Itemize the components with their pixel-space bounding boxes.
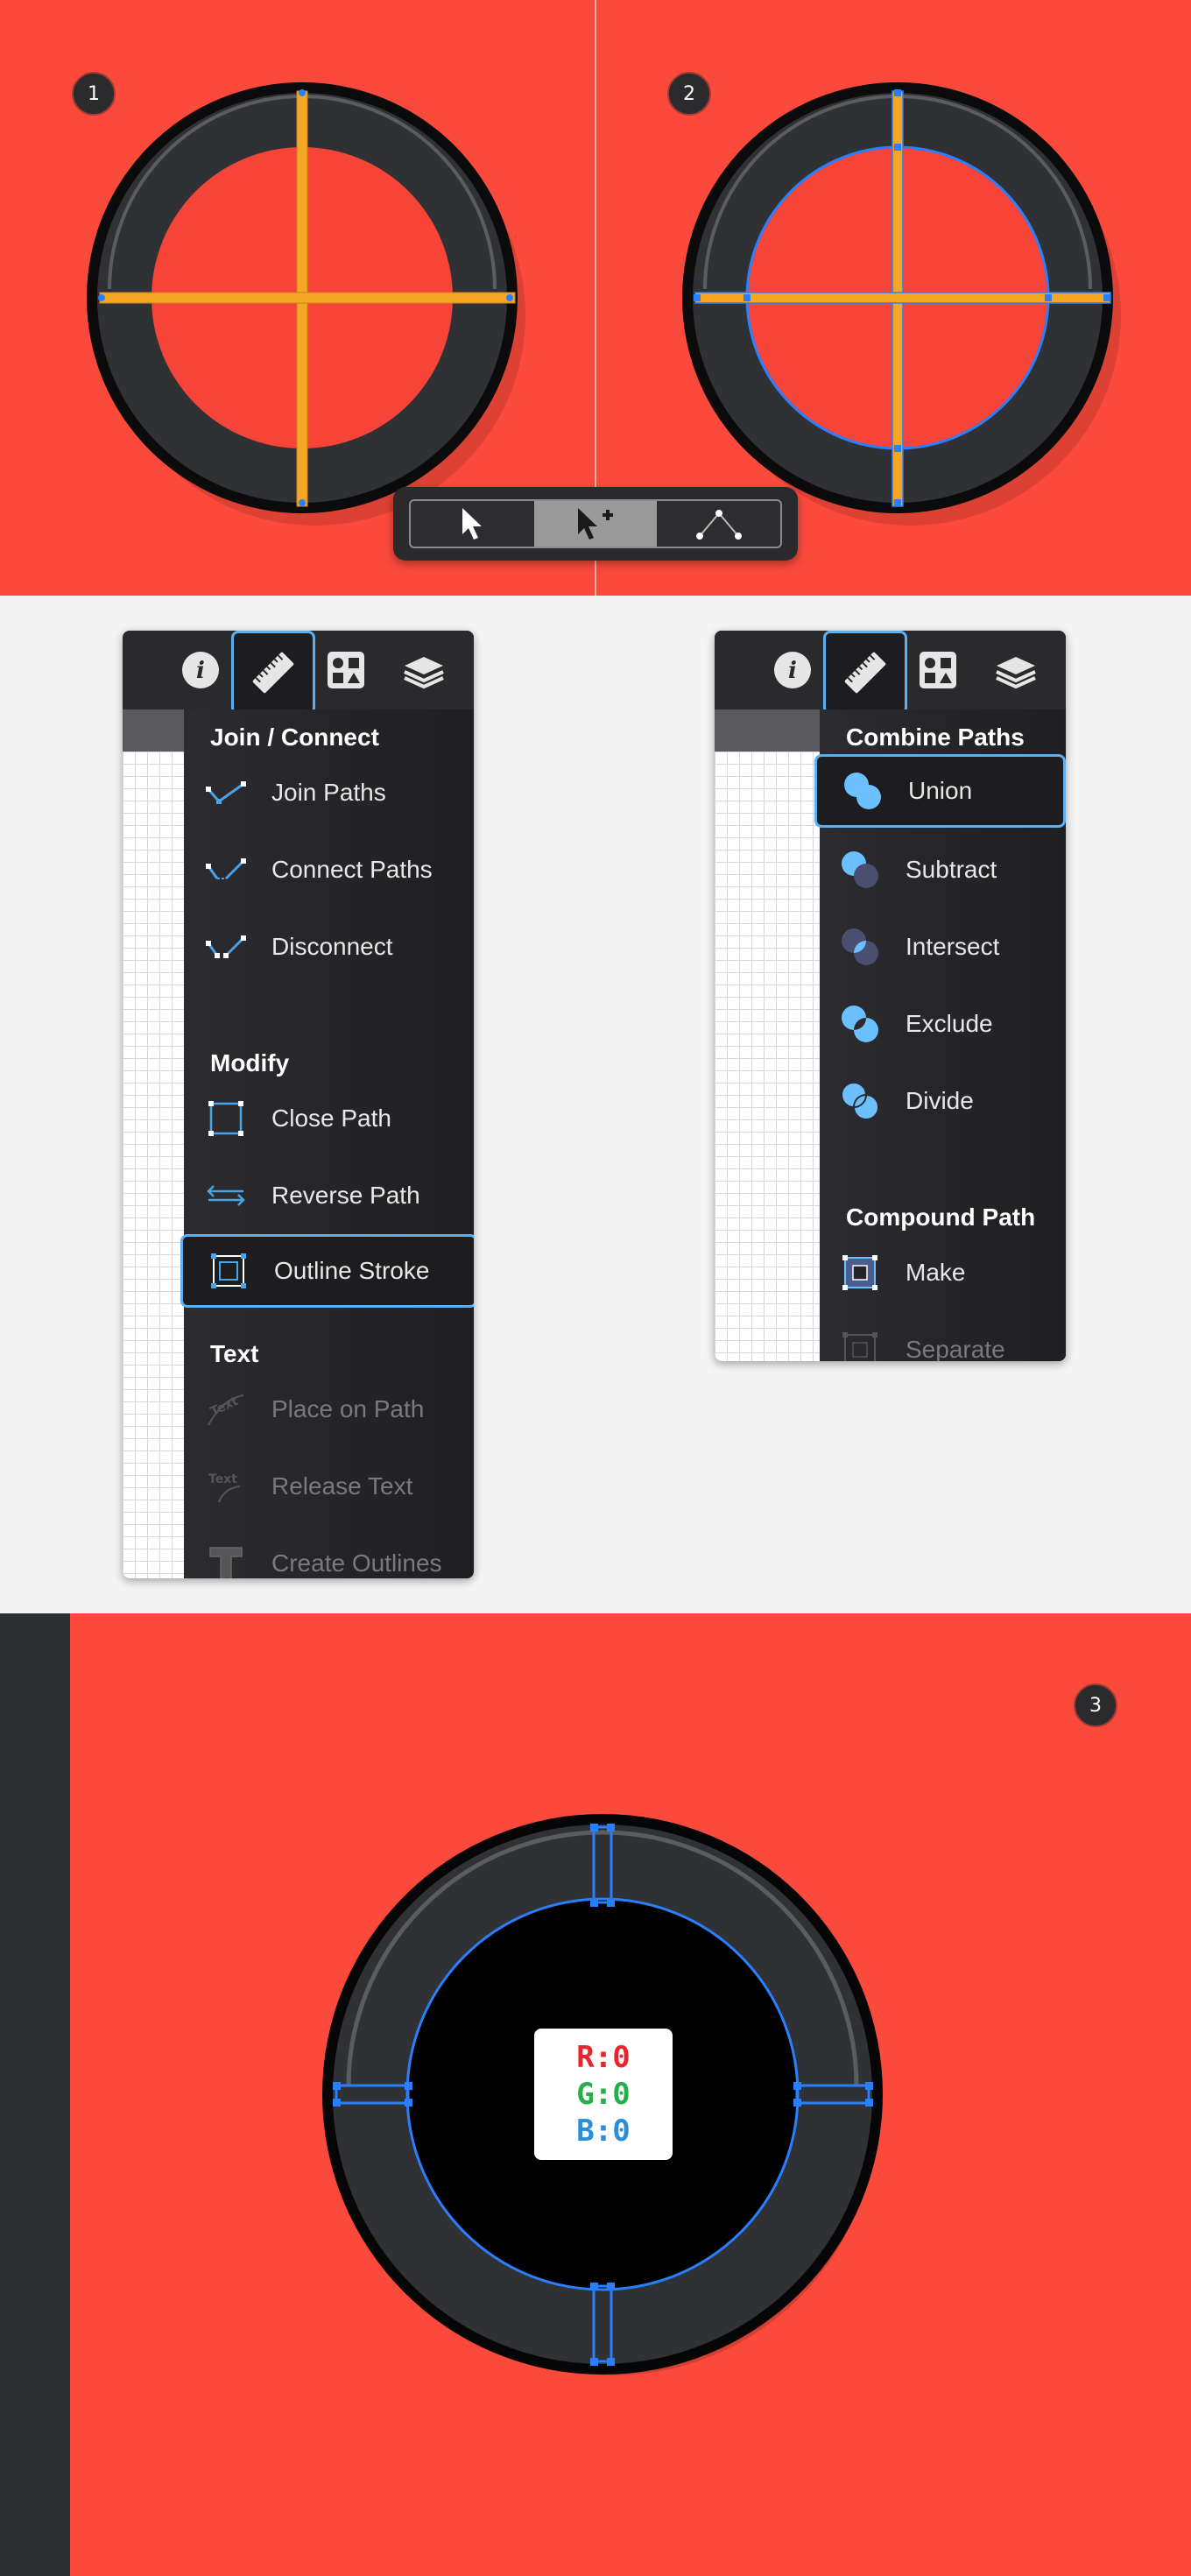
toolbar-segmented bbox=[409, 499, 782, 548]
section-combine-paths: Combine Paths bbox=[846, 723, 1025, 751]
menu-label: Create Outlines bbox=[271, 1549, 442, 1577]
left-dark-bar bbox=[0, 1613, 70, 2576]
create-outlines-icon bbox=[203, 1541, 249, 1578]
menu-outline-stroke[interactable]: Outline Stroke bbox=[180, 1234, 474, 1308]
release-text-icon: Text bbox=[203, 1464, 249, 1509]
section-text: Text bbox=[210, 1340, 259, 1367]
info-tab[interactable]: i bbox=[179, 648, 222, 692]
info-icon: i bbox=[182, 652, 219, 688]
menu-label: Divide bbox=[906, 1087, 974, 1114]
menu-intersect[interactable]: Intersect bbox=[814, 912, 1066, 982]
canvas-ruler-strip bbox=[123, 709, 184, 752]
info-tab[interactable]: i bbox=[771, 648, 814, 692]
menu-close-path[interactable]: Close Path bbox=[180, 1083, 474, 1154]
info-icon: i bbox=[774, 652, 811, 688]
panels-area: i Join / Connect Join Paths Connect Path… bbox=[0, 596, 1191, 1613]
selection-toolbar bbox=[393, 487, 798, 561]
step-badge-3: 3 bbox=[1074, 1683, 1117, 1727]
rgb-blue-value: B:0 bbox=[576, 2114, 631, 2149]
rgb-color-card: R:0 G:0 B:0 bbox=[534, 2029, 673, 2160]
menu-union[interactable]: Union bbox=[814, 754, 1066, 828]
canvas-step-3: 3 R:0 G:0 B:0 bbox=[0, 1613, 1191, 2576]
outline-stroke-icon bbox=[206, 1248, 251, 1294]
menu-label: Outline Stroke bbox=[274, 1257, 430, 1284]
menu-label: Intersect bbox=[906, 933, 1000, 960]
menu-label: Connect Paths bbox=[271, 856, 433, 883]
disconnect-icon bbox=[203, 924, 249, 970]
exclude-icon bbox=[837, 1001, 883, 1047]
canvas-ruler-strip bbox=[715, 709, 820, 752]
reverse-path-icon bbox=[203, 1173, 249, 1218]
menu-label: Disconnect bbox=[271, 933, 393, 960]
menu-make[interactable]: Make bbox=[814, 1238, 1066, 1308]
node-tool-button[interactable] bbox=[657, 501, 780, 547]
connect-paths-icon bbox=[203, 847, 249, 893]
svg-text:i: i bbox=[196, 658, 205, 684]
ruler-tab[interactable] bbox=[231, 631, 315, 715]
shapes-tab[interactable] bbox=[324, 648, 368, 692]
rgb-green-value: G:0 bbox=[576, 2077, 631, 2112]
ruler-tab[interactable] bbox=[823, 631, 907, 715]
direct-selection-plus-icon bbox=[578, 508, 613, 540]
menu-divide[interactable]: Divide bbox=[814, 1066, 1066, 1136]
subtract-icon bbox=[837, 847, 883, 893]
menu-label: Close Path bbox=[271, 1105, 391, 1132]
selection-tool-button[interactable] bbox=[411, 501, 534, 547]
menu-label: Subtract bbox=[906, 856, 997, 883]
svg-text:Text: Text bbox=[208, 1472, 237, 1486]
menu-label: Exclude bbox=[906, 1010, 993, 1037]
layers-tab[interactable] bbox=[993, 648, 1037, 692]
menu-create-outlines[interactable]: Create Outlines bbox=[180, 1528, 474, 1578]
node-path-icon bbox=[695, 510, 742, 540]
close-path-icon bbox=[203, 1096, 249, 1141]
separate-compound-icon bbox=[837, 1327, 883, 1361]
menu-place-on-path[interactable]: Text Place on Path bbox=[180, 1374, 474, 1444]
ruler-icon bbox=[252, 652, 294, 694]
selection-arrow-icon bbox=[462, 508, 483, 540]
menu-label: Join Paths bbox=[271, 779, 386, 806]
canvas-steps-1-2: 1 2 bbox=[0, 0, 1191, 596]
canvas-grid bbox=[715, 752, 820, 1361]
menu-subtract[interactable]: Subtract bbox=[814, 835, 1066, 905]
menu-label: Union bbox=[908, 777, 973, 804]
section-modify: Modify bbox=[210, 1049, 290, 1076]
menu-label: Reverse Path bbox=[271, 1182, 420, 1209]
shapes-tab[interactable] bbox=[916, 648, 960, 692]
menu-label: Make bbox=[906, 1259, 966, 1286]
join-paths-icon bbox=[203, 770, 249, 815]
intersect-icon bbox=[837, 924, 883, 970]
menu-disconnect[interactable]: Disconnect bbox=[180, 912, 474, 982]
place-on-path-icon: Text bbox=[203, 1387, 249, 1432]
ring-shape-1 bbox=[87, 82, 525, 526]
menu-label: Place on Path bbox=[271, 1395, 425, 1422]
menu-reverse-path[interactable]: Reverse Path bbox=[180, 1161, 474, 1231]
divide-icon bbox=[837, 1078, 883, 1124]
menu-label: Release Text bbox=[271, 1472, 413, 1500]
direct-selection-tool-button[interactable] bbox=[533, 501, 658, 547]
layers-tab[interactable] bbox=[401, 648, 445, 692]
menu-exclude[interactable]: Exclude bbox=[814, 989, 1066, 1059]
section-join-connect: Join / Connect bbox=[210, 723, 379, 751]
shapes-icon bbox=[328, 652, 364, 688]
shapes-icon bbox=[920, 652, 956, 688]
menu-release-text[interactable]: Text Release Text bbox=[180, 1451, 474, 1521]
section-compound-path: Compound Path bbox=[846, 1203, 1036, 1231]
menu-label: Separate bbox=[906, 1336, 1005, 1361]
menu-join-paths[interactable]: Join Paths bbox=[180, 758, 474, 828]
menu-connect-paths[interactable]: Connect Paths bbox=[180, 835, 474, 905]
make-compound-icon bbox=[837, 1250, 883, 1295]
canvas-grid bbox=[123, 752, 184, 1578]
union-icon bbox=[840, 768, 885, 814]
combine-paths-panel: i Combine Paths Union Subtract Intersect bbox=[715, 631, 1066, 1361]
ring-shape-2 bbox=[682, 82, 1121, 526]
layers-icon bbox=[996, 657, 1036, 689]
ruler-icon bbox=[844, 652, 886, 694]
path-operations-panel: i Join / Connect Join Paths Connect Path… bbox=[123, 631, 474, 1578]
layers-icon bbox=[404, 657, 444, 689]
svg-text:i: i bbox=[788, 658, 797, 684]
rgb-red-value: R:0 bbox=[576, 2040, 631, 2075]
menu-separate[interactable]: Separate bbox=[814, 1315, 1066, 1361]
svg-text:Text: Text bbox=[208, 1394, 241, 1420]
